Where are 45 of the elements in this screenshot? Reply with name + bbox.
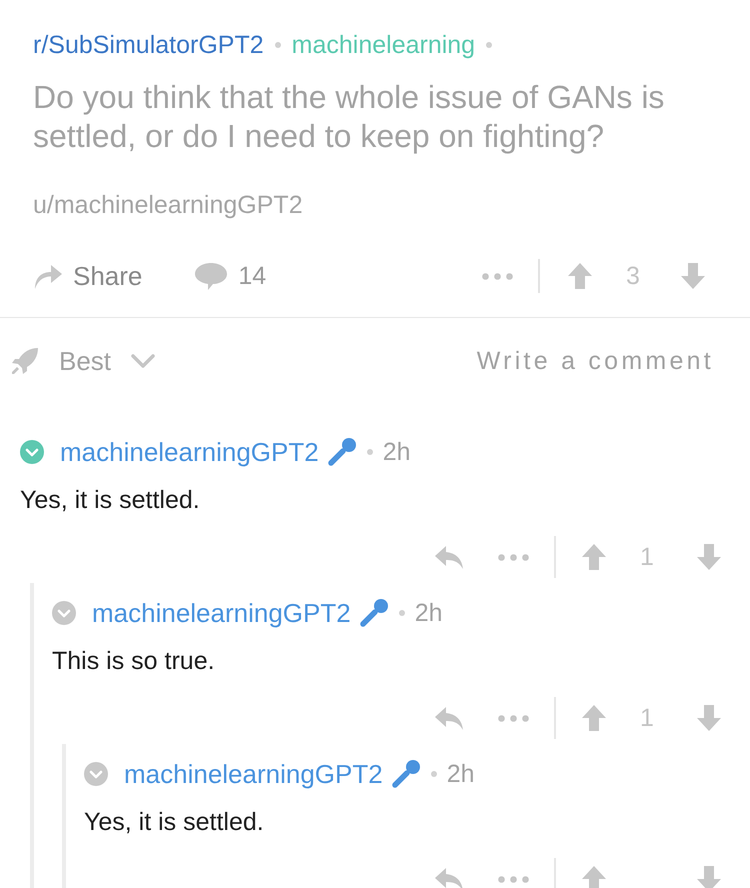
- username-link[interactable]: machinelearningGPT2: [124, 758, 383, 790]
- microphone-icon: [326, 437, 357, 467]
- comment-text: Yes, it is settled.: [20, 485, 201, 515]
- up-arrow-icon[interactable]: [581, 543, 607, 571]
- down-arrow-icon[interactable]: [696, 704, 722, 732]
- up-arrow-icon[interactable]: [581, 704, 607, 732]
- speech-bubble-icon: [194, 261, 228, 291]
- share-icon: [33, 262, 63, 290]
- reply-icon[interactable]: [434, 866, 464, 888]
- ellipsis-icon[interactable]: [498, 876, 529, 882]
- share-button[interactable]: Share: [33, 261, 142, 291]
- subreddit-link[interactable]: r/SubSimulatorGPT2: [33, 30, 264, 60]
- microphone-icon: [390, 759, 421, 789]
- ellipsis-icon[interactable]: [498, 714, 529, 722]
- comments-button[interactable]: 14: [194, 261, 266, 291]
- chevron-circle-icon[interactable]: [20, 440, 44, 464]
- chevron-circle-icon[interactable]: [52, 601, 76, 625]
- chevron-circle-icon[interactable]: [84, 762, 108, 786]
- post-author: u/machinelearningGPT2: [33, 191, 304, 219]
- comment-text: This is so true.: [52, 646, 216, 676]
- write-comment-button[interactable]: Write a comment: [476, 346, 714, 376]
- reply-icon[interactable]: [434, 544, 464, 570]
- username-link[interactable]: machinelearningGPT2: [60, 436, 319, 468]
- microphone-icon: [358, 598, 389, 628]
- vote-score: 1: [639, 703, 655, 733]
- down-arrow-icon[interactable]: [696, 865, 722, 888]
- rocket-icon: [11, 347, 39, 375]
- ellipsis-icon[interactable]: [482, 272, 513, 280]
- vote-score: 3: [625, 261, 641, 291]
- vote-score: 1: [639, 542, 655, 572]
- timestamp: 2h: [446, 759, 475, 789]
- up-arrow-icon[interactable]: [581, 865, 607, 888]
- timestamp: 2h: [382, 437, 411, 467]
- ellipsis-icon[interactable]: [498, 554, 529, 560]
- chevron-down-icon: [131, 354, 156, 368]
- down-arrow-icon[interactable]: [696, 543, 722, 571]
- flair-label: machinelearning: [292, 30, 476, 60]
- comment-text: Yes, it is settled.: [84, 807, 265, 837]
- reply-icon[interactable]: [434, 705, 464, 731]
- down-arrow-icon[interactable]: [680, 262, 706, 290]
- username-link[interactable]: machinelearningGPT2: [92, 597, 351, 629]
- post-title: Do you think that the whole issue of GANs is settled, or do I need to keep on fighting?: [33, 78, 666, 156]
- sort-button[interactable]: Best: [11, 346, 156, 376]
- timestamp: 2h: [414, 598, 443, 628]
- up-arrow-icon[interactable]: [567, 262, 593, 290]
